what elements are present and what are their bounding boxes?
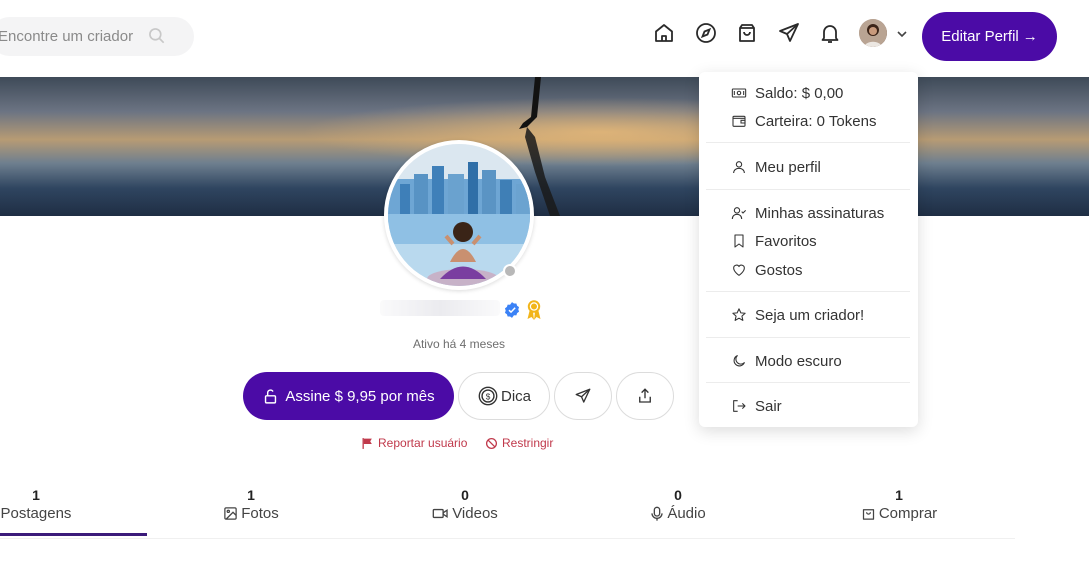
active-tab-indicator xyxy=(0,533,147,536)
tab-count: 1 xyxy=(32,487,40,503)
offline-status-dot xyxy=(503,264,517,278)
become-creator-item[interactable]: Seja um criador! xyxy=(731,305,864,325)
tab-postagens[interactable]: 1 Postagens xyxy=(0,487,76,522)
tab-count: 1 xyxy=(247,487,255,503)
dark-mode-label: Modo escuro xyxy=(755,352,842,370)
cover-image xyxy=(0,77,1089,216)
search-icon[interactable] xyxy=(147,26,167,46)
search-input[interactable] xyxy=(0,17,148,56)
menu-divider xyxy=(706,142,910,143)
menu-divider xyxy=(706,291,910,292)
balance-label: Saldo: $ 0,00 xyxy=(755,84,844,102)
award-icon xyxy=(527,300,541,320)
tab-comprar[interactable]: 1 Comprar xyxy=(851,487,947,522)
tab-label: Postagens xyxy=(0,505,72,522)
heart-icon xyxy=(733,264,745,276)
tab-count: 0 xyxy=(461,487,469,503)
tab-videos[interactable]: 0 Videos xyxy=(420,487,510,522)
tab-label: Comprar xyxy=(878,505,938,522)
edit-profile-button[interactable]: Editar Perfil → xyxy=(922,12,1057,61)
tab-fotos[interactable]: 1 Fotos xyxy=(211,487,291,522)
dark-mode-item[interactable]: Modo escuro xyxy=(731,351,842,371)
cash-icon xyxy=(731,88,747,98)
report-label: Reportar usuário xyxy=(378,436,468,450)
verified-badge-icon xyxy=(504,302,520,318)
likes-item[interactable]: Gostos xyxy=(731,260,803,280)
send-icon xyxy=(575,388,591,403)
tab-label: Fotos xyxy=(241,505,279,522)
tab-label: Áudio xyxy=(667,505,706,522)
search-box[interactable] xyxy=(0,17,194,56)
subscribe-label: Assine $ 9,95 por mês xyxy=(285,387,435,405)
shopping-bag-icon xyxy=(862,509,874,520)
compass-icon[interactable] xyxy=(694,21,718,45)
coin-icon: $ xyxy=(478,386,498,406)
share-button[interactable] xyxy=(616,372,674,420)
bookmark-icon xyxy=(734,234,744,248)
send-message-button[interactable] xyxy=(554,372,612,420)
become-creator-label: Seja um criador! xyxy=(755,306,865,324)
menu-divider xyxy=(706,189,910,190)
favorites-label: Favoritos xyxy=(755,232,817,250)
share-icon xyxy=(639,388,651,403)
edit-profile-label: Editar Perfil xyxy=(941,28,1019,45)
restrict-label: Restringir xyxy=(502,436,554,450)
wallet-icon xyxy=(732,115,746,127)
my-profile-label: Meu perfil xyxy=(755,158,821,176)
user-icon xyxy=(733,161,745,174)
user-avatar[interactable] xyxy=(859,19,887,47)
logout-icon xyxy=(733,400,746,412)
flag-icon xyxy=(362,437,372,449)
logout-label: Sair xyxy=(755,397,782,415)
video-icon xyxy=(432,508,448,519)
menu-divider xyxy=(706,337,910,338)
home-icon[interactable] xyxy=(652,21,676,45)
wallet-label: Carteira: 0 Tokens xyxy=(755,112,877,130)
tip-label: Dica xyxy=(500,387,531,405)
my-subscriptions-item[interactable]: Minhas assinaturas xyxy=(731,203,884,223)
balance-item[interactable]: Saldo: $ 0,00 xyxy=(731,83,843,103)
subscribe-button[interactable]: Assine $ 9,95 por mês xyxy=(243,372,454,420)
shopping-bag-icon[interactable] xyxy=(735,21,759,45)
likes-label: Gostos xyxy=(755,261,803,279)
menu-divider xyxy=(706,382,910,383)
microphone-icon xyxy=(651,506,663,521)
tab-label: Videos xyxy=(452,505,498,522)
arrow-right-icon: → xyxy=(1022,28,1038,45)
moon-icon xyxy=(733,355,745,367)
tab-count: 1 xyxy=(895,487,903,503)
image-icon xyxy=(224,507,237,520)
unlock-icon xyxy=(265,388,277,404)
user-dropdown-menu: Saldo: $ 0,00 Carteira: 0 Tokens Meu per… xyxy=(699,72,918,427)
tab-audio[interactable]: 0 Áudio xyxy=(638,487,718,522)
username-blurred xyxy=(380,300,500,316)
favorites-item[interactable]: Favoritos xyxy=(731,231,817,251)
send-icon[interactable] xyxy=(777,21,801,45)
tabs-divider xyxy=(0,538,1015,539)
chevron-down-icon[interactable] xyxy=(895,27,909,41)
restrict-link[interactable]: Restringir xyxy=(485,436,553,450)
svg-text:$: $ xyxy=(486,393,491,402)
wallet-item[interactable]: Carteira: 0 Tokens xyxy=(731,111,876,131)
tip-button[interactable]: $ Dica xyxy=(458,372,550,420)
user-check-icon xyxy=(731,207,747,220)
block-icon xyxy=(485,437,498,449)
report-user-link[interactable]: Reportar usuário xyxy=(361,436,467,450)
star-icon xyxy=(732,308,746,321)
bell-icon[interactable] xyxy=(818,21,842,45)
logout-item[interactable]: Sair xyxy=(731,396,782,416)
my-subscriptions-label: Minhas assinaturas xyxy=(755,204,885,222)
my-profile-item[interactable]: Meu perfil xyxy=(731,157,821,177)
top-navigation-bar: Editar Perfil → xyxy=(0,0,1089,77)
tab-count: 0 xyxy=(674,487,682,503)
